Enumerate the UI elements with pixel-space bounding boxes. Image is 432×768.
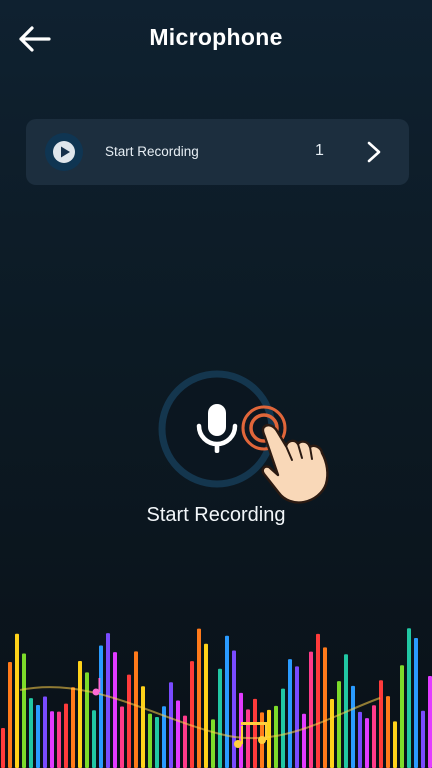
equalizer-bar — [190, 661, 194, 768]
equalizer-bar — [50, 711, 54, 768]
equalizer-bar — [36, 705, 40, 768]
equalizer-bar — [197, 628, 201, 768]
recording-title: Start Recording — [105, 144, 199, 159]
equalizer-bar — [358, 711, 362, 768]
equalizer-bar — [148, 713, 152, 768]
equalizer-bar — [106, 633, 110, 768]
equalizer-bar — [365, 718, 369, 768]
equalizer-bar — [22, 653, 26, 768]
equalizer-bar — [323, 647, 327, 768]
equalizer-bar — [288, 659, 292, 768]
page-title: Microphone — [149, 24, 283, 50]
equalizer-bar — [281, 688, 285, 768]
equalizer-bar — [309, 651, 313, 768]
recording-list-item[interactable]: Start Recording 1 — [26, 119, 409, 185]
equalizer-bar — [155, 717, 159, 768]
equalizer-bar — [8, 662, 12, 768]
equalizer-bar — [302, 713, 306, 768]
start-recording-label: Start Recording — [146, 504, 286, 526]
equalizer-bar — [29, 698, 33, 768]
equalizer-bar — [337, 681, 341, 768]
equalizer-bar — [267, 709, 271, 768]
equalizer-bar — [330, 699, 334, 768]
equalizer-bar — [64, 703, 68, 768]
recording-count: 1 — [315, 142, 324, 159]
equalizer-bar — [134, 651, 138, 768]
tap-hand-icon — [241, 405, 329, 504]
equalizer-bar — [428, 676, 432, 768]
equalizer-bar — [99, 645, 103, 768]
equalizer-bar — [127, 674, 131, 768]
equalizer-bar — [204, 643, 208, 768]
equalizer-bar — [414, 638, 418, 768]
app-header: Microphone — [0, 0, 432, 78]
equalizer-bar — [43, 696, 47, 768]
equalizer-bar — [78, 661, 82, 768]
equalizer-bar — [211, 719, 215, 768]
equalizer-bar — [421, 710, 425, 768]
equalizer-bar — [15, 633, 19, 768]
equalizer-bar — [351, 685, 355, 768]
play-circle-icon — [45, 133, 83, 171]
equalizer-bar — [400, 665, 404, 768]
equalizer-bar — [92, 710, 96, 768]
equalizer-bar — [316, 633, 320, 768]
equalizer-bar — [1, 728, 5, 768]
equalizer-bar — [225, 635, 229, 768]
equalizer-bar — [176, 700, 180, 768]
chevron-right-icon[interactable] — [363, 139, 385, 165]
equalizer-bar — [372, 705, 376, 768]
equalizer-bar — [218, 668, 222, 768]
equalizer-graphic — [1, 628, 432, 768]
equalizer-bar — [120, 706, 124, 768]
equalizer-bar — [85, 672, 89, 768]
equalizer-bar — [407, 628, 411, 768]
equalizer-bar — [71, 687, 75, 768]
equalizer-bar — [393, 721, 397, 768]
equalizer-bar — [113, 652, 117, 768]
equalizer-bar — [57, 711, 61, 768]
sound-wave-graphic — [31, 206, 402, 356]
equalizer-bar — [232, 650, 236, 768]
equalizer-bar — [379, 680, 383, 768]
equalizer-bar — [295, 666, 299, 768]
equalizer-bar — [386, 696, 390, 768]
equalizer-bar — [141, 686, 145, 768]
equalizer-bar — [253, 698, 257, 768]
equalizer-bar — [169, 682, 173, 768]
